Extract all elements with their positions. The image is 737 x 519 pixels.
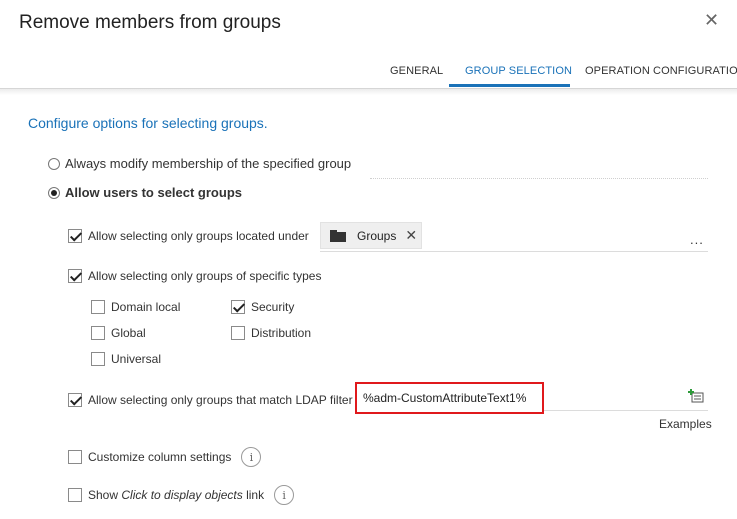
radio-label: Allow users to select groups xyxy=(65,185,242,200)
option-label: Allow selecting only groups located unde… xyxy=(88,229,309,243)
option-label-suffix: link xyxy=(242,488,265,502)
dialog: Remove members from groups ✕ GENERAL GRO… xyxy=(0,0,737,519)
option-label: Allow selecting only groups that match L… xyxy=(88,393,353,407)
option-customize-columns[interactable]: Customize column settings i xyxy=(68,447,262,467)
tab-bar: GENERAL GROUP SELECTION OPERATION CONFIG… xyxy=(0,62,737,89)
option-label: Allow selecting only groups of specific … xyxy=(88,269,322,283)
tab-general[interactable]: GENERAL xyxy=(390,65,443,77)
checkbox[interactable] xyxy=(68,450,82,464)
radio-button[interactable] xyxy=(48,186,60,199)
dotted-separator xyxy=(370,178,708,179)
tab-operation-configuration[interactable]: OPERATION CONFIGURATION xyxy=(585,65,737,77)
type-label: Global xyxy=(111,326,146,340)
close-icon[interactable]: ✕ xyxy=(704,10,719,30)
option-specific-types[interactable]: Allow selecting only groups of specific … xyxy=(68,269,321,283)
radio-label: Always modify membership of the specifie… xyxy=(65,156,352,171)
type-security[interactable]: Security xyxy=(231,300,294,314)
info-icon[interactable]: i xyxy=(241,447,262,467)
option-ldap-filter[interactable]: Allow selecting only groups that match L… xyxy=(68,393,353,407)
field-underline xyxy=(544,410,708,411)
active-tab-indicator xyxy=(449,84,570,87)
type-label: Universal xyxy=(111,352,162,366)
more-options-icon[interactable]: ... xyxy=(690,232,704,247)
checkbox[interactable] xyxy=(68,229,82,243)
option-label-italic: Click to display objects xyxy=(121,488,243,502)
checkbox[interactable] xyxy=(68,269,82,283)
type-global[interactable]: Global xyxy=(91,326,146,340)
option-show-click-link[interactable]: Show Click to display objects link i xyxy=(68,485,295,505)
tab-group-selection[interactable]: GROUP SELECTION xyxy=(465,65,572,77)
type-label: Domain local xyxy=(111,300,181,314)
folder-icon xyxy=(330,229,346,242)
type-label: Distribution xyxy=(251,326,312,340)
radio-allow-select[interactable]: Allow users to select groups xyxy=(48,185,242,200)
divider xyxy=(0,89,737,95)
type-label: Security xyxy=(251,300,295,314)
radio-always-modify[interactable]: Always modify membership of the specifie… xyxy=(48,156,351,171)
checkbox[interactable] xyxy=(91,300,105,314)
checkbox[interactable] xyxy=(68,393,82,407)
field-underline xyxy=(320,251,708,252)
type-distribution[interactable]: Distribution xyxy=(231,326,311,340)
checkbox[interactable] xyxy=(68,488,82,502)
dialog-title: Remove members from groups xyxy=(19,12,281,33)
checkbox[interactable] xyxy=(91,326,105,340)
option-located-under[interactable]: Allow selecting only groups located unde… xyxy=(68,229,309,243)
insert-value-icon[interactable] xyxy=(688,389,704,403)
checkbox[interactable] xyxy=(231,300,245,314)
checkbox[interactable] xyxy=(231,326,245,340)
ldap-filter-input[interactable]: %adm-CustomAttributeText1% xyxy=(355,382,544,414)
radio-button[interactable] xyxy=(48,157,60,170)
type-domain-local[interactable]: Domain local xyxy=(91,300,180,314)
checkbox[interactable] xyxy=(91,352,105,366)
remove-icon[interactable]: ✕ xyxy=(405,227,417,244)
option-label: Customize column settings xyxy=(88,450,232,464)
examples-link[interactable]: Examples xyxy=(659,417,712,431)
type-universal[interactable]: Universal xyxy=(91,352,161,366)
groups-chip[interactable]: Groups ✕ xyxy=(320,222,422,249)
chip-label: Groups xyxy=(357,228,397,243)
section-subtitle: Configure options for selecting groups. xyxy=(28,115,268,131)
option-label-prefix: Show xyxy=(88,488,122,502)
info-icon[interactable]: i xyxy=(274,485,295,505)
